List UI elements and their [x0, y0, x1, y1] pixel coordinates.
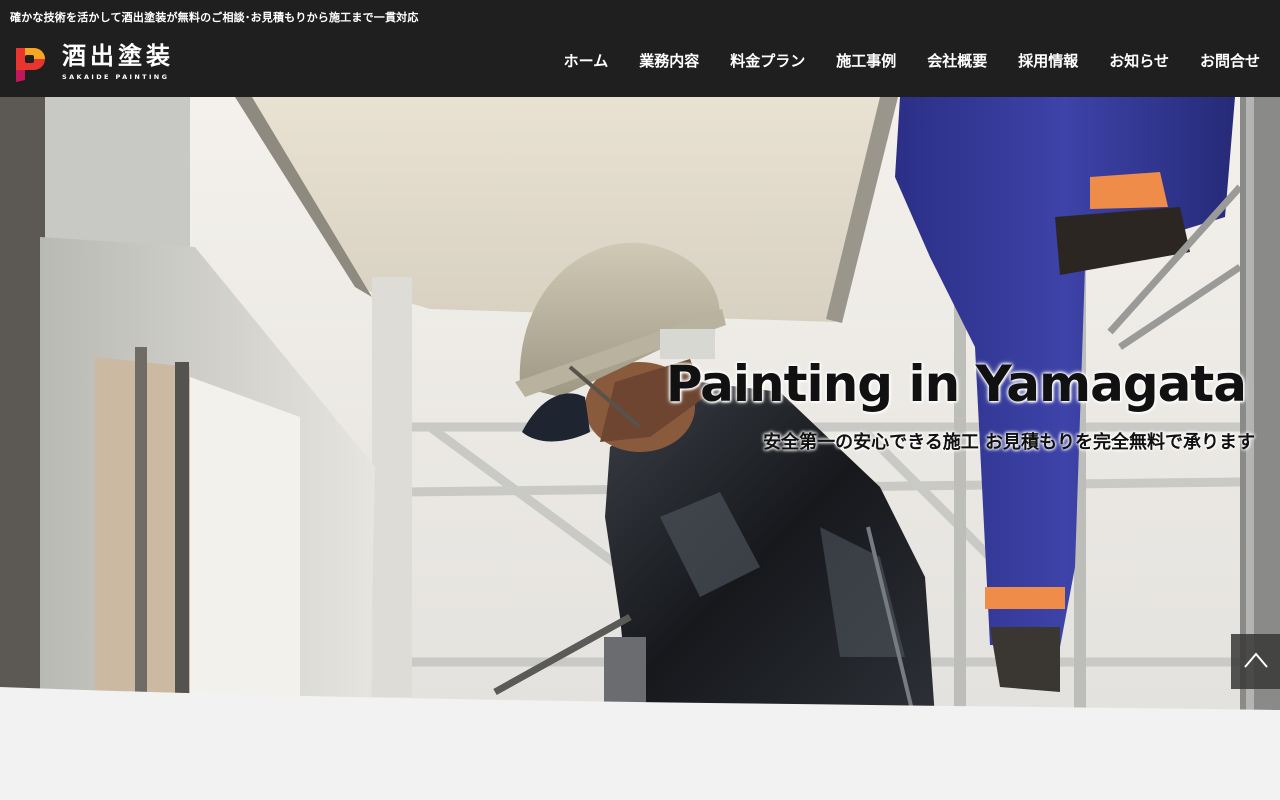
nav-item-home[interactable]: ホーム [564, 50, 609, 71]
nav-item-recruit[interactable]: 採用情報 [1018, 50, 1078, 71]
nav-item-works[interactable]: 施工事例 [836, 50, 896, 71]
nav-item-news[interactable]: お知らせ [1109, 50, 1169, 71]
nav-item-services[interactable]: 業務内容 [639, 50, 699, 71]
nav-item-pricing[interactable]: 料金プラン [730, 50, 805, 71]
nav-item-company[interactable]: 会社概要 [927, 50, 987, 71]
site-header: 確かな技術を活かして酒出塗装が無料のご相談･お見積もりから施工まで一貫対応 酒出… [0, 0, 1280, 97]
logo-romaji: SAKAIDE PAINTING [62, 73, 170, 81]
hero-title: Painting in Yamagata [665, 355, 1247, 413]
nav-item-contact[interactable]: お問合せ [1200, 50, 1260, 71]
scroll-to-top-button[interactable] [1231, 634, 1280, 689]
hero-section: Painting in Yamagata 安全第一の安心できる施工 お見積もりを… [0, 97, 1280, 710]
header-tagline: 確かな技術を活かして酒出塗装が無料のご相談･お見積もりから施工まで一貫対応 [10, 11, 419, 24]
site-logo[interactable]: 酒出塗装 SAKAIDE PAINTING [10, 42, 174, 86]
hero-subtitle: 安全第一の安心できる施工 お見積もりを完全無料で承ります [763, 432, 1255, 453]
logo-text: 酒出塗装 SAKAIDE PAINTING [62, 42, 174, 81]
logo-mark-icon [16, 48, 45, 82]
chevron-up-icon [1244, 652, 1268, 668]
logo-name: 酒出塗装 [62, 42, 174, 70]
main-nav: ホーム 業務内容 料金プラン 施工事例 会社概要 採用情報 お知らせ お問合せ [533, 50, 1260, 71]
